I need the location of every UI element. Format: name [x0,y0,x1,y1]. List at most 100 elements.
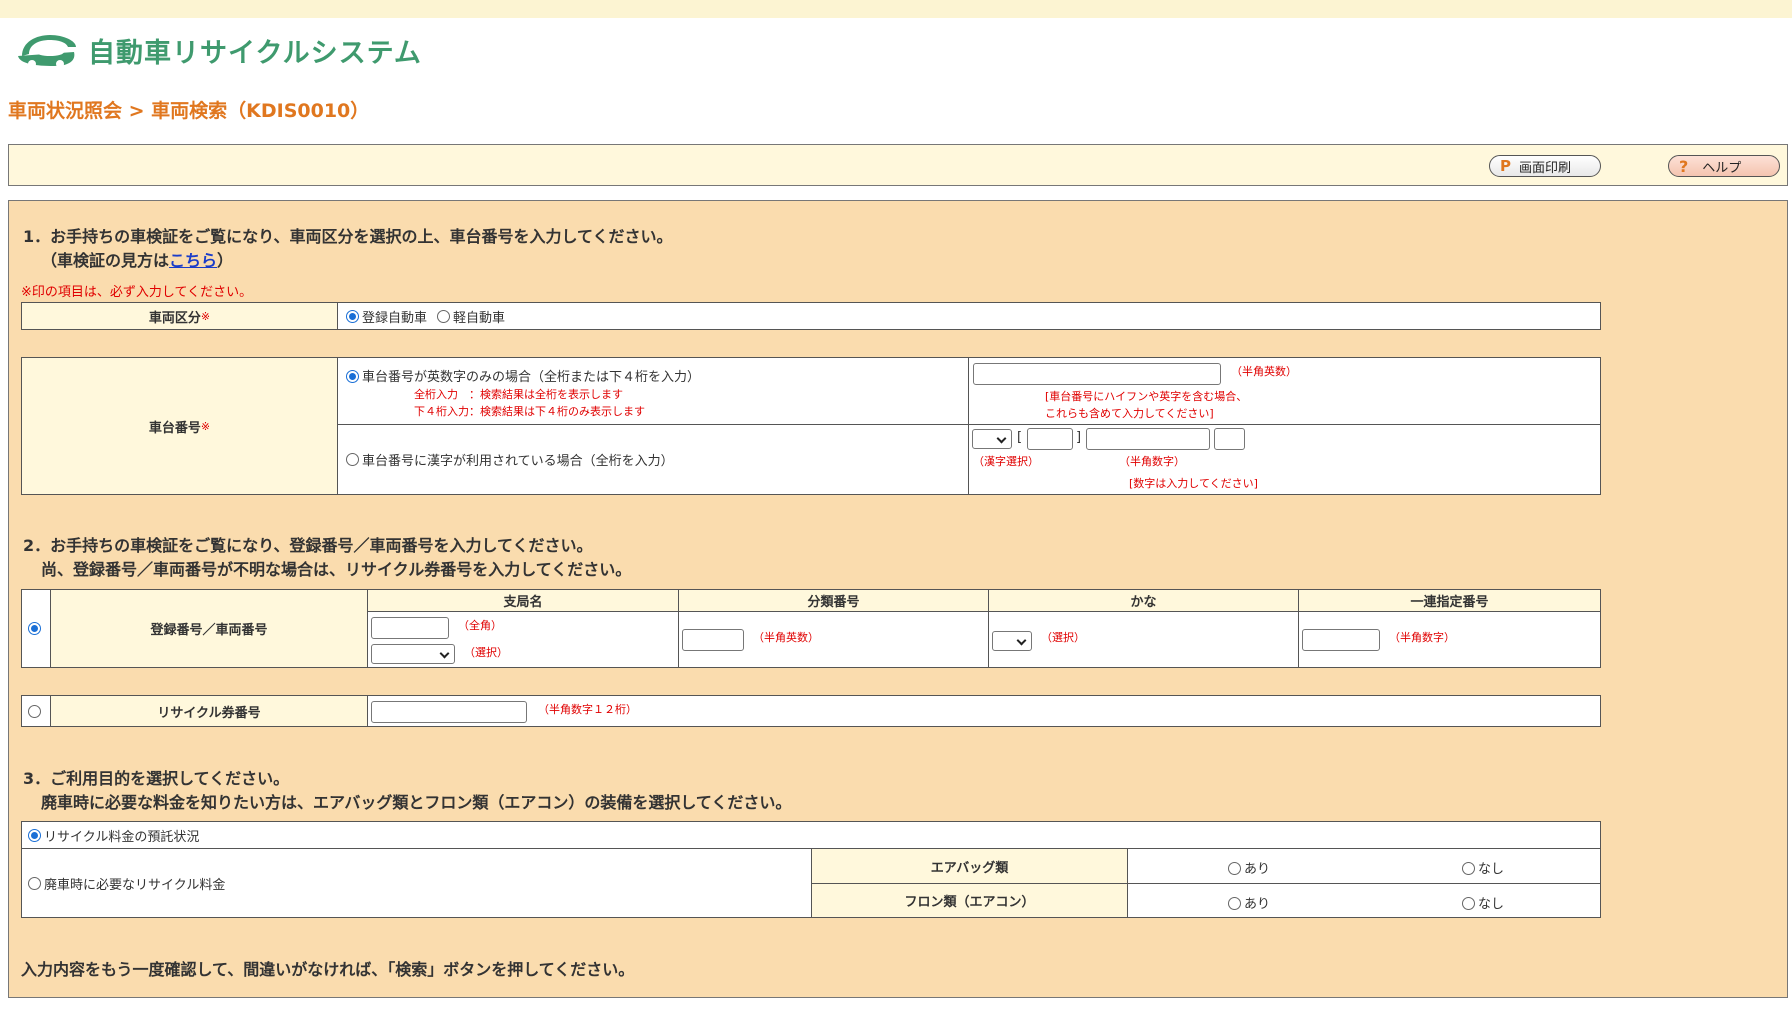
vehicle-type-label-cell: 車両区分 ※ [21,302,338,330]
chassis-alnum-radio[interactable] [346,370,359,383]
chassis-option1-cell: 車台番号が英数字のみの場合（全桁または下４桁を入力） 全桁入力 ：検索結果は全桁… [337,357,969,425]
section3-subheading: 廃車時に必要な料金を知りたい方は、エアバッグ類とフロン類（エアコン）の装備を選択… [41,793,792,812]
chassis-number-input[interactable] [973,363,1221,385]
chassis-hint-line1: [車台番号にハイフンや英字を含む場合、 [1045,390,1248,403]
freon-label: フロン類（エアコン） [904,895,1035,910]
reg-label-cell: 登録番号／車両番号 [50,589,368,668]
reg-radio-cell [21,589,51,668]
shaken-guide-link[interactable]: こちら [169,251,217,270]
app-logo: 自動車リサイクルシステム [14,26,422,74]
serial-number-input[interactable] [1302,629,1380,651]
car-logo-icon [18,35,76,68]
reg-number-label: 登録番号／車両番号 [150,623,268,638]
kanji-select[interactable] [972,429,1012,449]
class-cell: （半角英数） [678,611,989,668]
freon-no-label: なし [1478,897,1505,912]
recycle-ticket-input[interactable] [371,701,527,723]
purpose-deposit-label: リサイクル料金の預託状況 [44,829,200,845]
airbag-yes-label: あり [1244,862,1271,877]
search-panel: 1．お手持ちの車検証をご覧になり、車両区分を選択の上、車台番号を入力してください… [8,200,1788,998]
col-header-kana: かな [988,589,1299,612]
airbag-label-cell: エアバッグ類 [811,848,1128,884]
freon-options-cell: あり なし [1127,883,1601,918]
help-icon: ? [1679,156,1689,176]
freon-no-option: なし [1462,893,1504,912]
section1-subheading: （車検証の見方はこちら） [41,247,233,271]
chassis-input2-cell: [ ] （漢字選択） （半角数字） [数字は入力してください] [968,424,1601,495]
kana-cell: （選択） [988,611,1299,668]
vehicle-type-kei-radio[interactable] [437,309,451,323]
section2-heading: 2．お手持ちの車検証をご覧になり、登録番号／車両番号を入力してください。 [23,536,593,555]
branch-name-input[interactable] [371,617,449,639]
chassis-alnum-label: 車台番号が英数字のみの場合（全桁または下４桁を入力） [362,370,701,385]
col-header-branch: 支局名 [367,589,679,612]
required-mark: ※ [200,419,211,433]
kana-select[interactable] [992,631,1032,651]
class-number-hint: （半角英数） [753,631,819,644]
freon-no-radio[interactable] [1462,897,1475,910]
chassis-input1-cell: （半角英数） [車台番号にハイフンや英字を含む場合、 これらも含めて入力してくだ… [968,357,1601,425]
vehicle-type-registered-radio[interactable] [346,309,359,323]
branch-select-hint: （選択） [464,646,508,659]
chassis-input-hint: （半角英数） [1231,365,1297,378]
branch-input-hint: （全角） [458,619,502,632]
app-title: 自動車リサイクルシステム [88,37,422,69]
confirm-note: 入力内容をもう一度確認して、間違いがなければ、「検索」ボタンを押してください。 [21,960,635,979]
chassis-suffix-input[interactable] [1214,428,1245,450]
chassis-digits-note: [数字は入力してください] [1129,477,1258,490]
branch-cell: （全角） （選択） [367,611,679,668]
required-mark: ※ [200,309,211,323]
freon-label-cell: フロン類（エアコン） [811,883,1128,918]
toolbar: P 画面印刷 ? ヘルプ [8,144,1788,186]
class-number-input[interactable] [682,629,744,651]
col-class-label: 分類番号 [807,595,860,610]
freon-yes-radio[interactable] [1228,897,1241,910]
airbag-label: エアバッグ類 [930,860,1009,876]
chassis-num-input[interactable] [1086,428,1210,450]
chassis-kanji-input[interactable] [1027,428,1073,450]
purpose1-cell: リサイクル料金の預託状況 [21,821,1601,849]
branch-select[interactable] [371,644,455,664]
airbag-no-radio[interactable] [1462,862,1475,875]
top-band [0,0,1792,18]
airbag-yes-option: あり [1228,858,1270,877]
section1-heading: 1．お手持ちの車検証をご覧になり、車両区分を選択の上、車台番号を入力してください… [23,227,673,246]
help-button[interactable]: ? ヘルプ [1668,155,1780,177]
breadcrumb: 車両状況照会 > 車両検索（KDIS0010） [8,100,370,122]
print-screen-button[interactable]: P 画面印刷 [1489,155,1601,177]
kana-select-hint: （選択） [1041,631,1085,644]
help-label: ヘルプ [1702,160,1742,176]
chassis-option2-cell: 車台番号に漢字が利用されている場合（全桁を入力） [337,424,969,495]
col-header-class: 分類番号 [678,589,989,612]
chassis-hint-line2: これらも含めて入力してください] [1045,407,1214,420]
chassis-kanji-radio[interactable] [346,453,359,466]
ticket-input-cell: （半角数字１２桁） [367,695,1601,727]
chassis-label: 車台番号 [148,420,201,436]
airbag-no-option: なし [1462,858,1504,877]
section1-sub-prefix: （車検証の見方は [41,251,170,270]
purpose2-cell: 廃車時に必要なリサイクル料金 [21,848,812,918]
required-note: ※印の項目は、必ず入力してください。 [21,285,253,300]
chassis-kanji-label: 車台番号に漢字が利用されている場合（全桁を入力） [362,454,674,469]
print-icon: P [1500,157,1511,175]
purpose-scrap-fee-label: 廃車時に必要なリサイクル料金 [44,877,226,893]
recycle-ticket-label: リサイクル券番号 [157,705,261,721]
chassis-num-hint: （半角数字） [1119,455,1185,468]
ticket-label-cell: リサイクル券番号 [50,695,368,727]
kanji-select-hint: （漢字選択） [973,455,1039,468]
purpose-deposit-radio[interactable] [28,828,41,842]
chassis-note-last4: 下４桁入力：検索結果は下４桁のみ表示します [414,405,645,418]
section3-heading: 3．ご利用目的を選択してください。 [23,769,290,788]
airbag-yes-radio[interactable] [1228,862,1241,875]
recycle-ticket-radio[interactable] [28,704,41,718]
freon-yes-option: あり [1228,893,1270,912]
vehicle-type-registered-label: 登録自動車 [362,310,428,326]
print-screen-label: 画面印刷 [1519,160,1572,176]
reg-number-radio[interactable] [28,622,41,635]
purpose-scrap-fee-radio[interactable] [28,876,41,890]
section1-sub-suffix: ） [217,251,234,270]
ticket-radio-cell [21,695,51,727]
airbag-options-cell: あり なし [1127,848,1601,884]
chassis-label-cell: 車台番号 ※ [21,357,338,495]
col-branch-label: 支局名 [503,595,543,610]
